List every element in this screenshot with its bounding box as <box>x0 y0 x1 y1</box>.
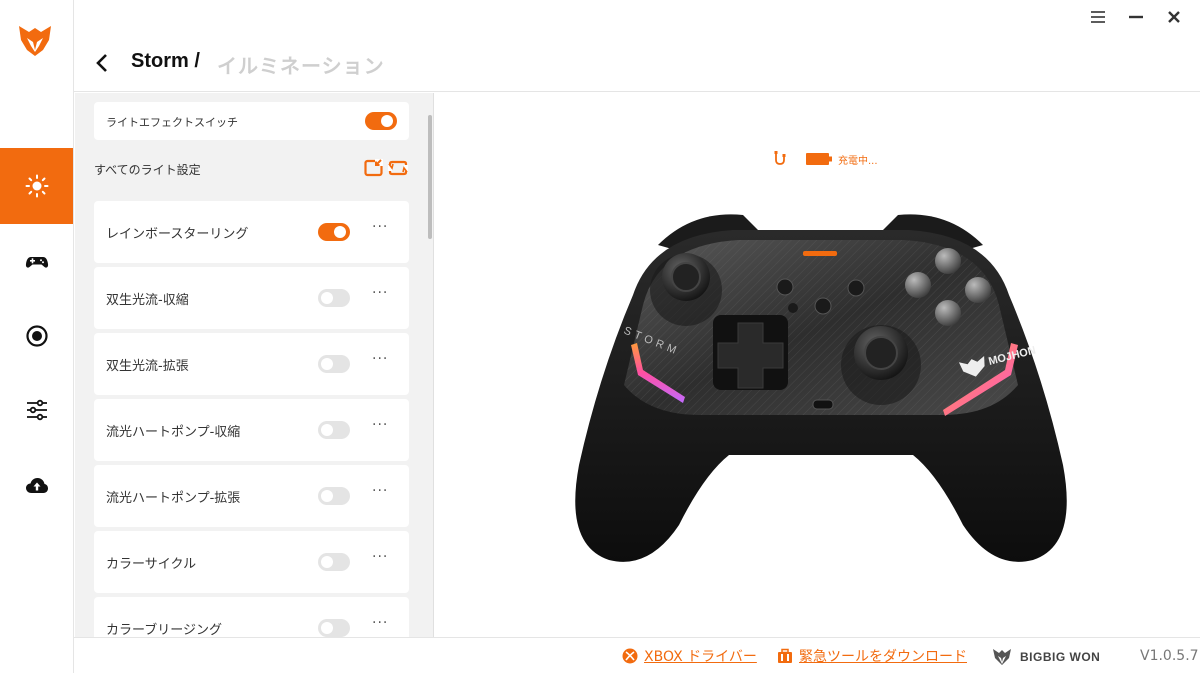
footer-brand: BIGBIG WON <box>992 648 1100 666</box>
page-header: Storm / イルミネーション <box>74 36 1200 92</box>
minimize-icon <box>1129 15 1143 19</box>
more-options-button[interactable]: ··· <box>372 483 388 499</box>
effect-card[interactable]: 流光ハートポンプ-収縮 ··· <box>94 399 409 461</box>
cloud-upload-icon <box>25 478 48 493</box>
app-logo <box>17 24 53 58</box>
panel-scrollbar[interactable] <box>428 115 432 239</box>
breadcrumb-current: イルミネーション <box>217 56 385 78</box>
lighting-panel: ライトエフェクトスイッチ すべてのライト設定 レインボースターリング ··· 双… <box>75 93 434 637</box>
footer: XBOX ドライバー 緊急ツールをダウンロード BIGBIG WON V1.0.… <box>74 637 1200 673</box>
usb-cable-icon <box>774 151 786 165</box>
emergency-tool-link[interactable]: 緊急ツールをダウンロード <box>777 646 967 666</box>
light-switch-label: ライトエフェクトスイッチ <box>106 116 238 129</box>
all-lights-label: すべてのライト設定 <box>94 163 201 177</box>
more-options-button[interactable]: ··· <box>372 549 388 565</box>
back-button[interactable] <box>92 52 114 74</box>
nav-macro[interactable] <box>0 298 73 374</box>
sun-icon <box>25 174 48 198</box>
toolbox-icon <box>778 648 792 663</box>
effect-label: カラーサイクル <box>106 557 197 572</box>
effect-toggle[interactable] <box>318 421 350 439</box>
xbox-icon <box>622 648 638 664</box>
effect-toggle[interactable] <box>318 355 350 373</box>
effect-toggle[interactable] <box>318 223 350 241</box>
more-options-button[interactable]: ··· <box>372 219 388 235</box>
nav-settings[interactable] <box>0 372 73 448</box>
controller-image: STORM MOJHON <box>563 205 1079 565</box>
effect-card[interactable]: 流光ハートポンプ-拡張 ··· <box>94 465 409 527</box>
brand-logo-icon <box>993 649 1011 665</box>
effect-toggle[interactable] <box>318 619 350 637</box>
effect-label: 流光ハートポンプ-収縮 <box>106 425 241 440</box>
effect-card[interactable]: カラーサイクル ··· <box>94 531 409 593</box>
xbox-driver-label[interactable]: XBOX ドライバー <box>644 646 757 666</box>
effect-toggle[interactable] <box>318 553 350 571</box>
nav-cloud[interactable] <box>0 448 73 524</box>
sliders-icon <box>26 399 47 421</box>
hamburger-icon <box>1091 11 1105 23</box>
app-version: V1.0.5.7 <box>1140 648 1199 664</box>
connection-status: 充電中... <box>772 151 878 167</box>
chevron-left-icon <box>96 54 107 72</box>
effect-card[interactable]: 双生光流-収縮 ··· <box>94 267 409 329</box>
breadcrumb-parent[interactable]: Storm / <box>131 50 200 73</box>
close-button[interactable] <box>1162 6 1186 28</box>
battery-icon <box>806 153 832 165</box>
brand-name: BIGBIG WON <box>1020 650 1101 664</box>
record-icon <box>25 325 48 347</box>
more-options-button[interactable]: ··· <box>372 351 388 367</box>
minimize-button[interactable] <box>1124 6 1148 28</box>
gamepad-icon <box>25 257 48 268</box>
window-controls <box>1086 6 1186 28</box>
effect-label: 流光ハートポンプ-拡張 <box>106 491 241 506</box>
more-options-button[interactable]: ··· <box>372 615 388 631</box>
nav-controller[interactable] <box>0 224 73 300</box>
light-switch-card: ライトエフェクトスイッチ <box>94 102 409 140</box>
effect-toggle[interactable] <box>318 487 350 505</box>
effect-toggle[interactable] <box>318 289 350 307</box>
effect-card[interactable]: レインボースターリング ··· <box>94 201 409 263</box>
effect-card[interactable]: カラーブリージング ··· <box>94 597 409 637</box>
nav-lighting[interactable] <box>0 148 73 224</box>
effect-label: 双生光流-収縮 <box>106 293 189 308</box>
more-options-button[interactable]: ··· <box>372 285 388 301</box>
emergency-tool-label[interactable]: 緊急ツールをダウンロード <box>799 646 967 666</box>
close-icon <box>1168 11 1180 23</box>
import-icon[interactable] <box>364 159 384 177</box>
charging-status-text: 充電中... <box>838 155 878 167</box>
effect-label: カラーブリージング <box>106 623 222 637</box>
effect-label: レインボースターリング <box>106 227 249 242</box>
menu-button[interactable] <box>1086 6 1110 28</box>
sidebar <box>0 0 74 673</box>
reset-icon[interactable] <box>388 159 408 177</box>
effect-card[interactable]: 双生光流-拡張 ··· <box>94 333 409 395</box>
all-lights-actions <box>364 159 408 177</box>
effect-label: 双生光流-拡張 <box>106 359 189 374</box>
more-options-button[interactable]: ··· <box>372 417 388 433</box>
light-switch-toggle[interactable] <box>365 112 397 130</box>
xbox-driver-link[interactable]: XBOX ドライバー <box>622 646 757 666</box>
